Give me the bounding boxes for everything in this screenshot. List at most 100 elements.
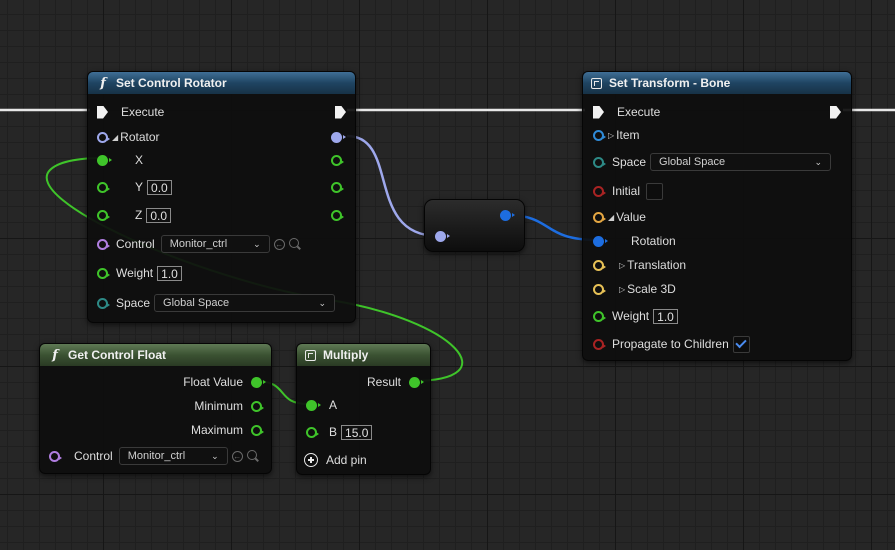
weight-row[interactable]: Weight 1.0 [97,263,182,283]
a-row[interactable]: A [306,395,337,415]
result-row[interactable]: Result [367,372,424,392]
space-dropdown[interactable]: Global Space ⌄ [650,153,832,171]
b-row[interactable]: B 15.0 [306,422,373,442]
add-pin-icon[interactable] [304,453,318,467]
x-row[interactable]: X [97,150,143,170]
space-label: Space [612,155,647,169]
minimum-out-pin[interactable] [251,400,264,412]
x-in-pin[interactable] [97,154,112,166]
reroute-in-row[interactable] [435,226,450,246]
propagate-checkbox[interactable] [732,335,750,353]
value-in-pin[interactable] [593,211,606,223]
weight-in-pin[interactable] [593,310,606,322]
minimum-row[interactable]: Minimum [194,396,264,416]
expand-arrow-icon[interactable]: ▷ [608,131,614,140]
get-control-float-node[interactable]: f Get Control Float Float Value Minimum … [39,343,272,474]
weight-row[interactable]: Weight 1.0 [593,306,678,326]
float-value-row[interactable]: Float Value [183,372,266,392]
control-in-pin[interactable] [49,450,62,462]
z-out-pin[interactable] [331,209,344,221]
control-dropdown[interactable]: Monitor_ctrl ⌄ [118,447,228,465]
reroute-in-pin[interactable] [435,230,450,242]
rotator-out-pin[interactable] [331,131,346,143]
exec-out-pin[interactable] [830,105,841,119]
translation-in-pin[interactable] [593,259,606,271]
set-transform-bone-header[interactable]: Set Transform - Bone [583,72,851,94]
expand-arrow-icon[interactable]: ▷ [619,285,625,294]
value-row[interactable]: ◢ Value [593,207,646,227]
item-row[interactable]: ▷ Item [593,125,640,145]
set-transform-bone-node[interactable]: Set Transform - Bone Execute ▷ Item Spac… [582,71,852,361]
z-out-row[interactable] [331,205,344,225]
result-out-pin[interactable] [409,376,424,388]
b-value-input[interactable]: 15.0 [341,424,373,440]
search-icon[interactable] [288,237,302,251]
rotation-in-pin[interactable] [593,235,608,247]
item-in-pin[interactable] [593,129,606,141]
maximum-out-pin[interactable] [251,424,264,436]
execute-label: Execute [617,105,661,119]
control-row[interactable]: Control Monitor_ctrl ⌄ ← [49,446,260,466]
weight-value-input[interactable]: 1.0 [653,308,678,324]
y-out-pin[interactable] [331,181,344,193]
b-in-pin[interactable] [306,426,319,438]
set-control-rotator-node[interactable]: f Set Control Rotator Execute ◢ Rotator … [87,71,356,323]
exec-out-pin[interactable] [335,105,346,119]
propagate-in-pin[interactable] [593,338,606,350]
space-in-pin[interactable] [97,297,110,309]
z-in-pin[interactable] [97,209,110,221]
float-value-out-pin[interactable] [251,376,266,388]
y-value-input[interactable]: 0.0 [147,179,172,195]
use-selected-icon[interactable]: ← [273,238,285,250]
execute-out-row[interactable] [335,102,346,122]
y-in-pin[interactable] [97,181,110,193]
multiply-header[interactable]: Multiply [297,344,430,366]
a-in-pin[interactable] [306,399,321,411]
space-row[interactable]: Space Global Space ⌄ [97,293,336,313]
reroute-out-pin[interactable] [500,209,515,221]
get-control-float-header[interactable]: f Get Control Float [40,344,271,366]
execute-in-row[interactable]: Execute [593,102,660,122]
control-in-pin[interactable] [97,238,110,250]
propagate-row[interactable]: Propagate to Children [593,334,750,354]
space-in-pin[interactable] [593,156,606,168]
exec-in-pin[interactable] [593,105,604,119]
execute-in-row[interactable]: Execute [97,102,164,122]
rotator-out-row[interactable] [331,127,346,147]
search-icon[interactable] [246,449,260,463]
b-label: B [329,425,338,439]
set-control-rotator-header[interactable]: f Set Control Rotator [88,72,355,94]
z-row[interactable]: Z 0.0 [97,205,172,225]
reroute-node[interactable] [424,199,525,252]
rotator-in-pin[interactable] [97,131,110,143]
z-value-input[interactable]: 0.0 [146,207,172,223]
initial-checkbox[interactable] [646,182,664,200]
space-row[interactable]: Space Global Space ⌄ [593,152,832,172]
y-row[interactable]: Y 0.0 [97,177,172,197]
y-out-row[interactable] [331,177,344,197]
multiply-node[interactable]: Multiply Result A B 15.0 Add pin [296,343,431,475]
maximum-row[interactable]: Maximum [191,420,264,440]
execute-out-row[interactable] [830,102,841,122]
initial-row[interactable]: Initial [593,181,664,201]
expand-arrow-icon[interactable]: ◢ [112,133,118,142]
rotator-row[interactable]: ◢ Rotator [97,127,160,147]
weight-value-input[interactable]: 1.0 [157,265,182,281]
scale-row[interactable]: ▷ Scale 3D [593,279,676,299]
use-selected-icon[interactable]: ← [231,450,243,462]
reroute-out-row[interactable] [500,205,515,225]
x-out-pin[interactable] [331,154,344,166]
expand-arrow-icon[interactable]: ▷ [619,261,625,270]
space-dropdown[interactable]: Global Space ⌄ [154,294,336,312]
control-dropdown[interactable]: Monitor_ctrl ⌄ [160,235,270,253]
add-pin-button[interactable]: Add pin [304,450,367,470]
translation-row[interactable]: ▷ Translation [593,255,686,275]
rotation-row[interactable]: Rotation [593,231,676,251]
scale-in-pin[interactable] [593,283,606,295]
initial-in-pin[interactable] [593,185,606,197]
x-out-row[interactable] [331,150,344,170]
weight-in-pin[interactable] [97,267,110,279]
exec-in-pin[interactable] [97,105,108,119]
expand-arrow-icon[interactable]: ◢ [608,213,614,222]
control-row[interactable]: Control Monitor_ctrl ⌄ ← [97,234,302,254]
